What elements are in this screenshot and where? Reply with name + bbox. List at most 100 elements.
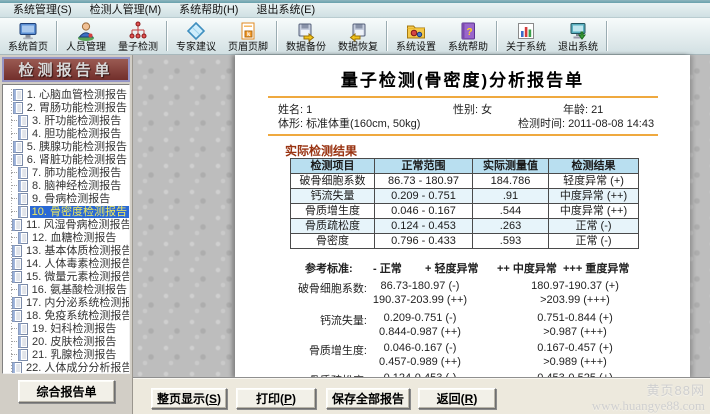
tree-item-14[interactable]: 14. 人体毒素检测报告: [3, 257, 129, 270]
tree-item-label: 14. 人体毒素检测报告: [24, 258, 130, 270]
result-cell: 骨密度: [291, 234, 375, 249]
report-doc-icon: [12, 271, 22, 283]
reference-range: 0.209-0.751 (-): [345, 312, 495, 324]
tree-item-label: 21. 乳腺检测报告: [30, 349, 118, 361]
document-icon: k: [237, 20, 259, 42]
toolbar-button-system-help[interactable]: ?系统帮助: [442, 19, 494, 54]
fullpage-display-button[interactable]: 整页显示(S): [151, 388, 227, 409]
tree-item-11[interactable]: 11. 风湿骨病检测报告: [3, 218, 129, 231]
tree-item-13[interactable]: 13. 基本体质检测报告: [3, 244, 129, 257]
sidebar-footer: 综合报告单: [0, 374, 132, 414]
toolbar-button-label: 系统设置: [396, 42, 436, 53]
tree-item-8[interactable]: 8. 脑神经检测报告: [3, 179, 129, 192]
menu-item-2[interactable]: 系统帮助(H): [170, 3, 247, 17]
tree-item-6[interactable]: 6. 肾脏功能检测报告: [3, 153, 129, 166]
report-doc-icon: [18, 232, 28, 244]
report-doc-icon: [18, 167, 28, 179]
tree-item-label: 22. 人体成分分析报告: [24, 362, 130, 374]
menu-item-1[interactable]: 检测人管理(M): [81, 3, 171, 17]
toolbar-separator: [606, 21, 608, 51]
tree-item-7[interactable]: 7. 肺功能检测报告: [3, 166, 129, 179]
tree-item-22[interactable]: 22. 人体成分分析报告: [3, 361, 129, 374]
tree-item-3[interactable]: 3. 肝功能检测报告: [3, 114, 129, 127]
content-area: 量子检测(骨密度)分析报告单 姓名:1 性别:女 年龄:21 体形:标准体重(1…: [133, 55, 710, 414]
tree-item-20[interactable]: 20. 皮肤检测报告: [3, 335, 129, 348]
tree-connector: [11, 354, 17, 355]
tree-item-19[interactable]: 19. 妇科检测报告: [3, 322, 129, 335]
results-column-header: 检测结果: [549, 159, 639, 174]
folder-gear-icon: [405, 20, 427, 42]
toolbar-button-data-backup[interactable]: 数据备份: [280, 19, 332, 54]
tree-item-label: 5. 胰腺功能检测报告: [25, 141, 129, 153]
reference-range: 0.457-0.989 (++): [345, 356, 495, 368]
toolbar-button-home[interactable]: 系统首页: [2, 19, 54, 54]
watermark-url: www.huangye88.com: [592, 398, 705, 413]
tree-item-17[interactable]: 17. 内分泌系统检测报告: [3, 296, 129, 309]
reference-range: >0.989 (+++): [500, 356, 650, 368]
main-area: 检测报告单 1. 心脑血管检测报告2. 胃肠功能检测报告3. 肝功能检测报告4.…: [0, 55, 710, 414]
report-doc-icon: [18, 336, 28, 348]
tree-item-label: 11. 风湿骨病检测报告: [24, 219, 130, 231]
tree-connector: [11, 185, 17, 186]
reference-range: 0.046-0.167 (-): [345, 342, 495, 354]
tree-item-15[interactable]: 15. 微量元素检测报告: [3, 270, 129, 283]
toolbar-button-exit-system[interactable]: 退出系统: [552, 19, 604, 54]
button-accelerator: S: [209, 392, 217, 406]
toolbar-button-system-settings[interactable]: 系统设置: [390, 19, 442, 54]
network-icon: [127, 20, 149, 42]
button-label: ): [292, 392, 296, 406]
watermark-site-name: 黄页88网: [592, 383, 705, 398]
reference-line: 骨质增生度:0.046-0.167 (-)0.167-0.457 (+): [235, 342, 690, 356]
tree-item-label: 8. 脑神经检测报告: [30, 180, 123, 192]
tree-item-1[interactable]: 1. 心脑血管检测报告: [3, 88, 129, 101]
tree-item-label: 1. 心脑血管检测报告: [25, 89, 129, 101]
toolbar-button-quantum-test[interactable]: 量子检测: [112, 19, 164, 54]
report-doc-icon: [13, 141, 23, 153]
reference-line: 破骨细胞系数:86.73-180.97 (-)180.97-190.37 (+): [235, 280, 690, 294]
reference-legend-item: +++ 重度异常: [563, 260, 629, 276]
tree-item-12[interactable]: 12. 血糖检测报告: [3, 231, 129, 244]
save-all-reports-button[interactable]: 保存全部报告: [326, 388, 410, 409]
divider-rule: [268, 96, 658, 98]
menu-bar: 系统管理(S)检测人管理(M)系统帮助(H)退出系统(E): [0, 3, 710, 18]
menu-item-3[interactable]: 退出系统(E): [247, 3, 324, 17]
result-row: 骨质增生度0.046 - 0.167.544中度异常 (++): [291, 204, 639, 219]
button-label: 返回(: [437, 392, 465, 406]
sidebar-header-label: 检测报告单: [18, 59, 113, 80]
tree-item-16[interactable]: 16. 氨基酸检测报告: [3, 283, 129, 296]
tree-item-9[interactable]: 9. 骨病检测报告: [3, 192, 129, 205]
patient-body-type: 体形:标准体重(160cm, 50kg): [278, 115, 420, 131]
reference-line: 190.37-203.99 (++)>203.99 (+++): [235, 294, 690, 308]
reference-range: 86.73-180.97 (-): [345, 280, 495, 292]
print-button[interactable]: 打印(P): [236, 388, 316, 409]
return-button[interactable]: 返回(R): [418, 388, 496, 409]
toolbar-button-about-system[interactable]: 关于系统: [500, 19, 552, 54]
tree-connector: [11, 120, 17, 121]
results-column-header: 检测项目: [291, 159, 375, 174]
tree-item-21[interactable]: 21. 乳腺检测报告: [3, 348, 129, 361]
toolbar-button-label: 专家建议: [176, 42, 216, 53]
report-doc-icon: [12, 297, 22, 309]
reference-line: 钙流失量:0.209-0.751 (-)0.751-0.844 (+): [235, 312, 690, 326]
toolbar-button-label: 人员管理: [66, 42, 106, 53]
summary-report-button[interactable]: 综合报告单: [18, 380, 115, 403]
tree-item-10-selected[interactable]: 10. 骨密度检测报告: [3, 205, 129, 218]
tree-item-2[interactable]: 2. 胃肠功能检测报告: [3, 101, 129, 114]
toolbar-button-label: 系统首页: [8, 42, 48, 53]
tree-connector: [11, 94, 12, 95]
tree-connector: [11, 341, 17, 342]
tree-item-18[interactable]: 18. 免疫系统检测报告: [3, 309, 129, 322]
toolbar-button-personnel[interactable]: 人员管理: [60, 19, 112, 54]
tree-item-5[interactable]: 5. 胰腺功能检测报告: [3, 140, 129, 153]
toolbar-button-data-restore[interactable]: 数据恢复: [332, 19, 384, 54]
button-label: 保存全部报告: [332, 392, 404, 406]
toolbar-button-expert-advice[interactable]: 专家建议: [170, 19, 222, 54]
toolbar-button-header-footer[interactable]: k页眉页脚: [222, 19, 274, 54]
tree-item-label: 7. 肺功能检测报告: [30, 167, 123, 179]
button-label: 打印(: [256, 392, 284, 406]
tree-item-4[interactable]: 4. 胆功能检测报告: [3, 127, 129, 140]
reference-label: 参考标准:: [305, 260, 353, 276]
report-doc-icon: [18, 128, 28, 140]
user-icon: [75, 20, 97, 42]
menu-item-0[interactable]: 系统管理(S): [4, 3, 81, 17]
